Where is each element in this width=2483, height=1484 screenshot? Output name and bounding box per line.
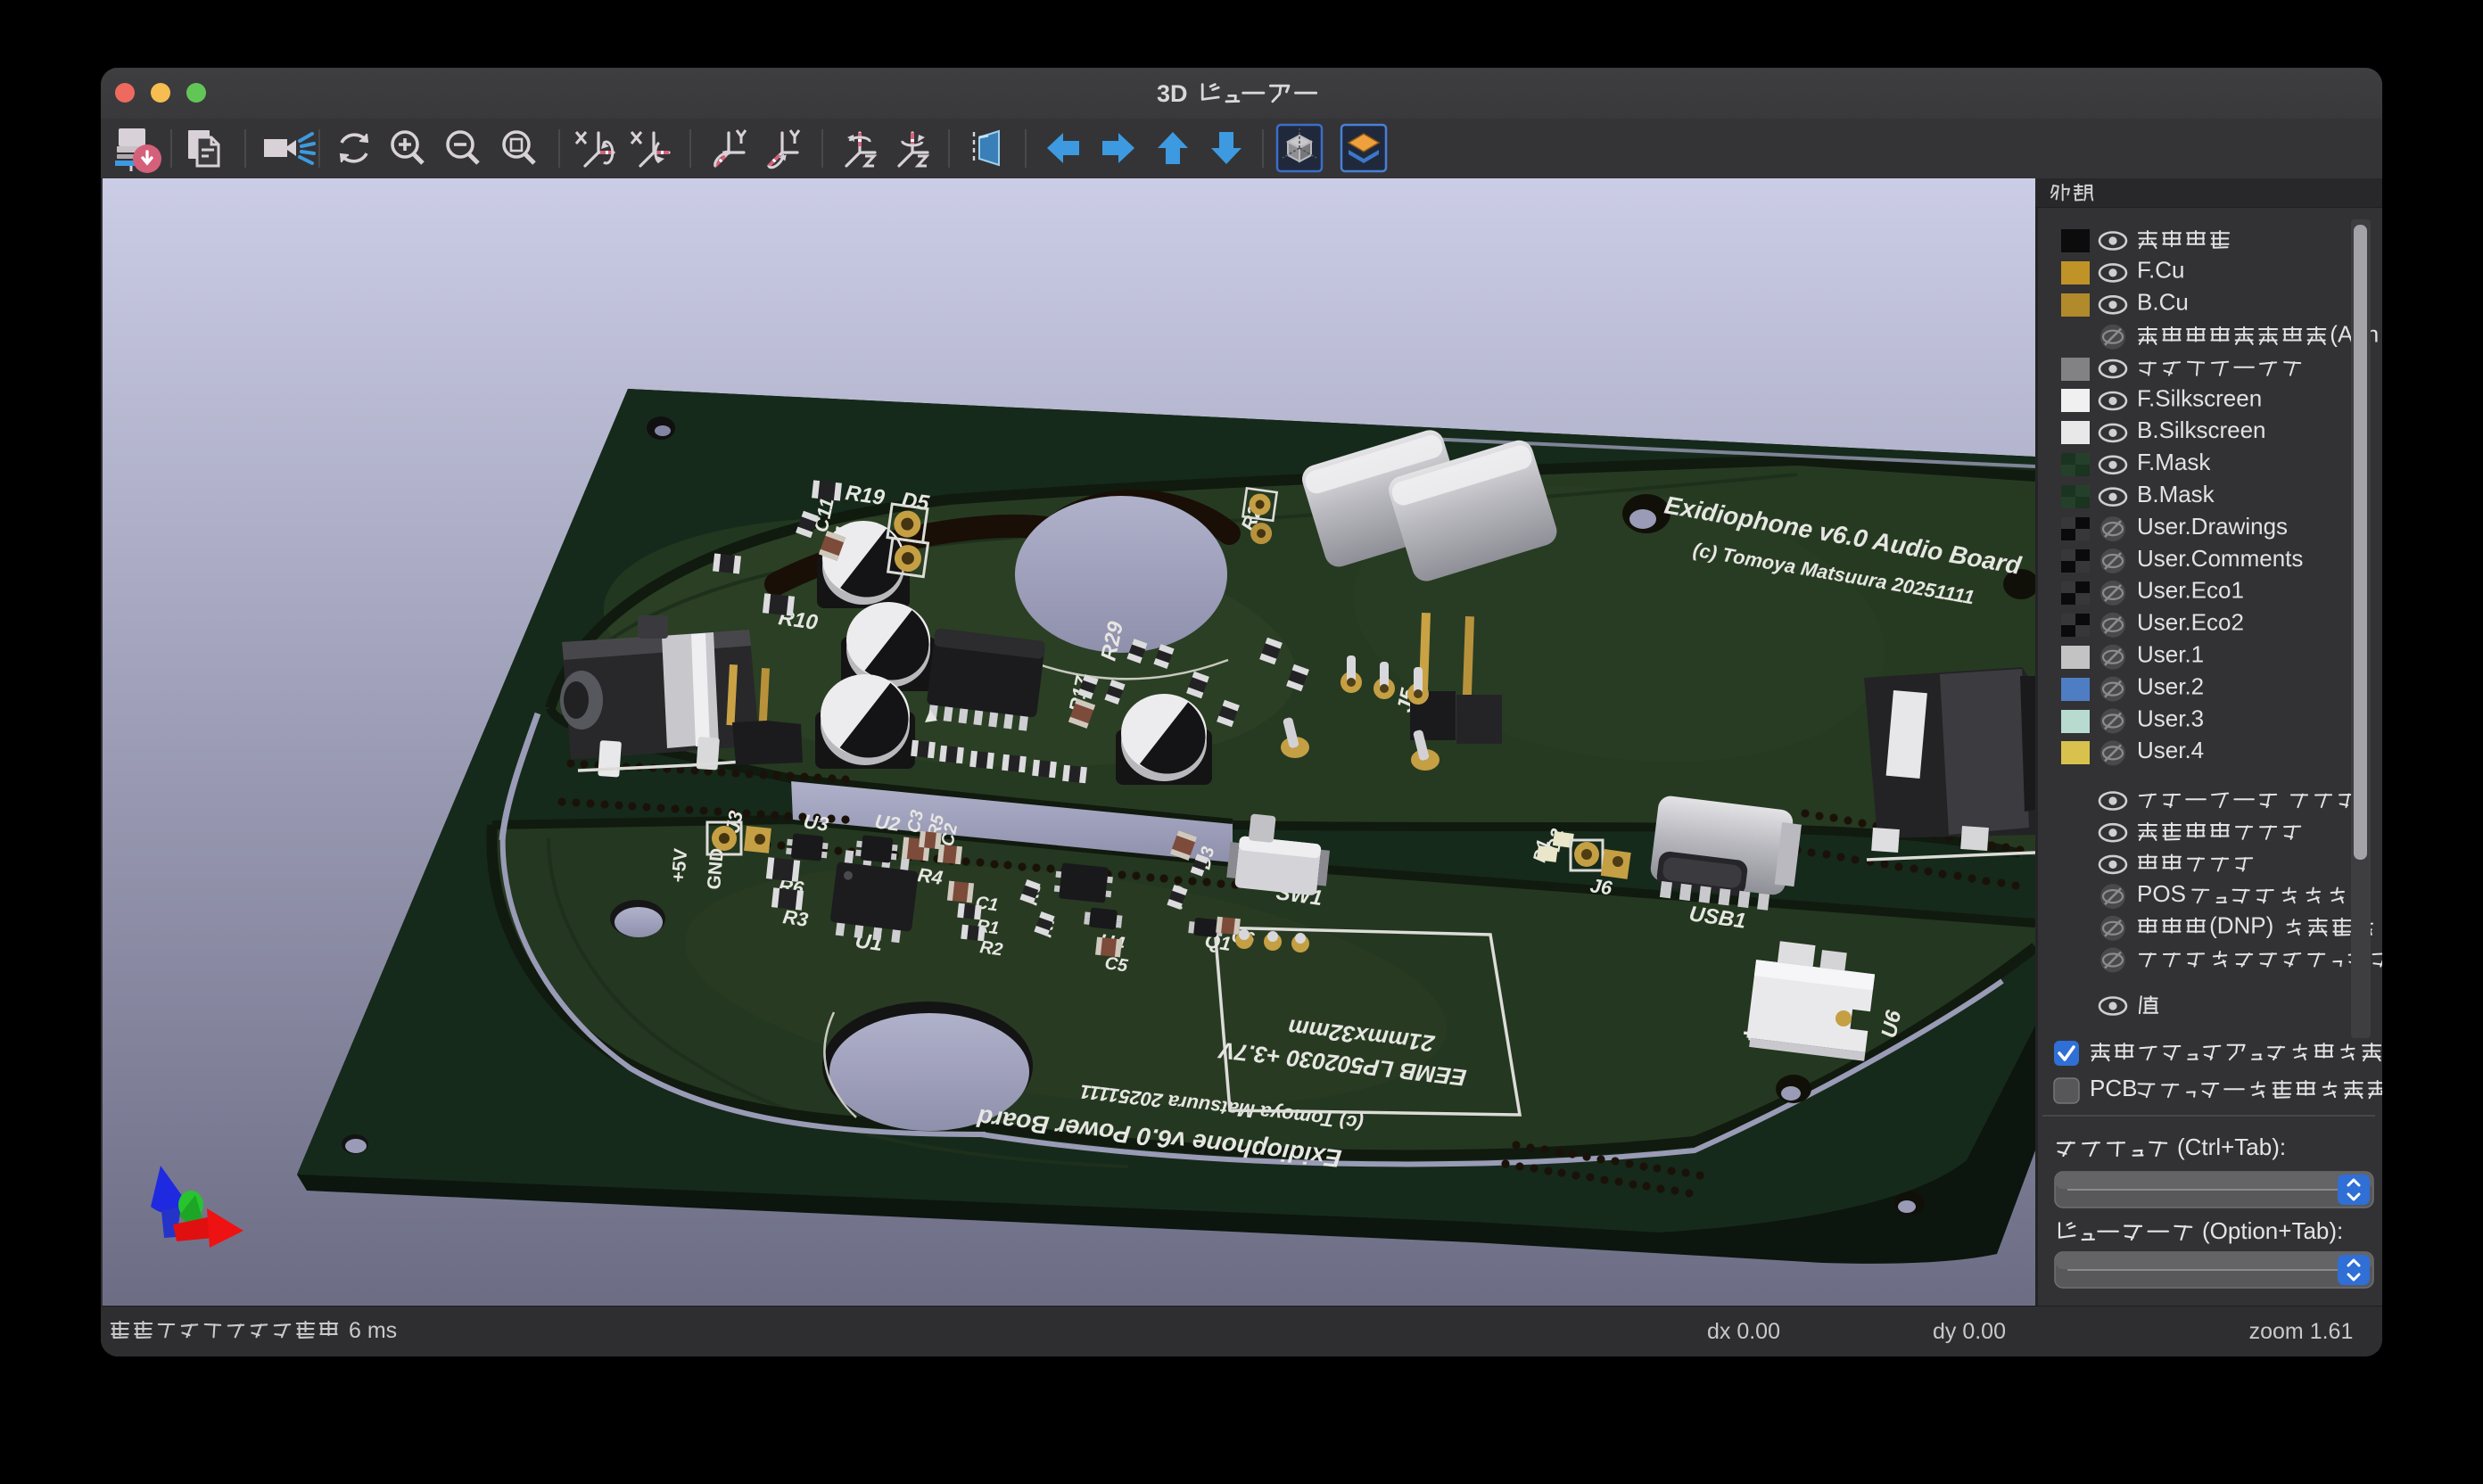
svg-text:(DNP): (DNP) <box>2209 912 2273 939</box>
svg-text:B.Silkscreen: B.Silkscreen <box>2137 416 2266 443</box>
svg-text:(Option+Tab):: (Option+Tab): <box>2202 1217 2343 1244</box>
svg-text:POS: POS <box>2137 880 2186 907</box>
svg-text:User.Drawings: User.Drawings <box>2137 513 2288 540</box>
svg-text:User.Eco1: User.Eco1 <box>2137 577 2244 604</box>
svg-text:(Ctrl+Tab):: (Ctrl+Tab): <box>2177 1134 2286 1160</box>
svg-text:F.Mask: F.Mask <box>2137 449 2211 475</box>
svg-text:R4: R4 <box>916 863 944 889</box>
svg-text:B.Cu: B.Cu <box>2137 289 2189 316</box>
svg-text:J6: J6 <box>1588 874 1613 899</box>
svg-text:User.Eco2: User.Eco2 <box>2137 609 2244 636</box>
svg-text:3D: 3D <box>1157 80 1188 107</box>
svg-text:F.Cu: F.Cu <box>2137 257 2184 284</box>
svg-text:U3: U3 <box>802 810 829 836</box>
svg-text:User.2: User.2 <box>2137 672 2204 699</box>
svg-text:User.1: User.1 <box>2137 641 2204 668</box>
svg-text:User.Comments: User.Comments <box>2137 545 2303 572</box>
svg-text:B.Mask: B.Mask <box>2137 481 2215 507</box>
svg-text:6 ms: 6 ms <box>349 1318 397 1343</box>
svg-text:U2: U2 <box>873 810 902 836</box>
svg-text:PCB: PCB <box>2090 1075 2137 1101</box>
svg-text:User.3: User.3 <box>2137 705 2204 731</box>
svg-text:F.Silkscreen: F.Silkscreen <box>2137 384 2262 411</box>
svg-text:+5V: +5V <box>668 848 691 884</box>
svg-text:User.4: User.4 <box>2137 737 2204 763</box>
